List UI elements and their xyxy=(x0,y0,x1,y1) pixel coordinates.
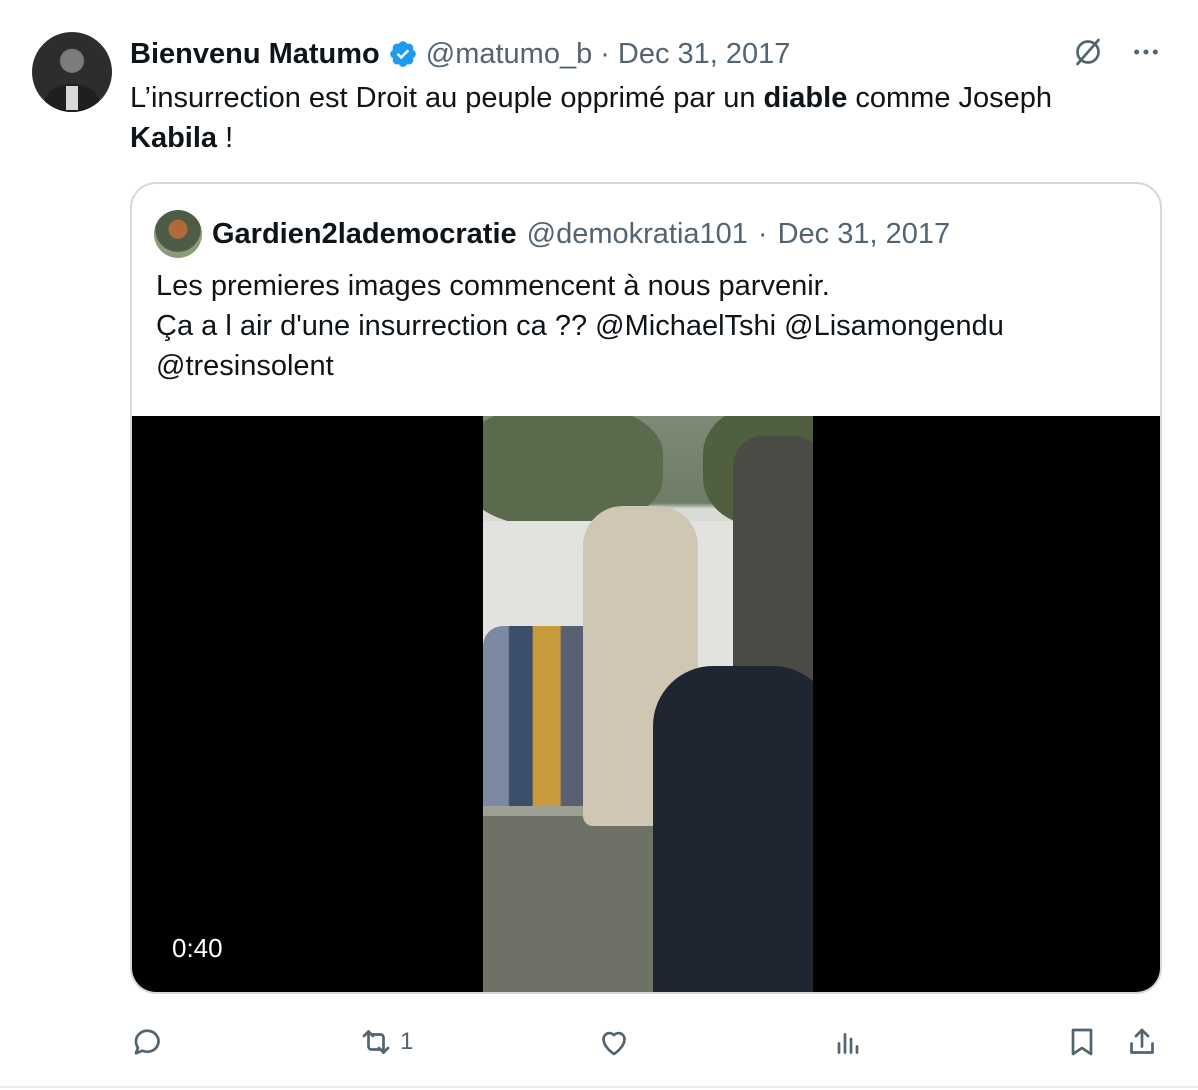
avatar-collar xyxy=(66,86,78,110)
tweet-date[interactable]: Dec 31, 2017 xyxy=(618,38,791,71)
video-player[interactable]: 0:40 xyxy=(132,416,1160,992)
retweet-icon xyxy=(358,1024,394,1060)
quoted-header: Gardien2lademocratie @demokratia101 · De… xyxy=(154,208,950,260)
verified-badge-icon xyxy=(388,39,418,69)
tweet-header: Bienvenu Matumo @matumo_b · Dec 31, 2017 xyxy=(130,34,790,74)
quoted-tweet[interactable]: Gardien2lademocratie @demokratia101 · De… xyxy=(130,182,1162,994)
quoted-avatar[interactable] xyxy=(154,210,202,258)
views-button[interactable] xyxy=(830,1020,872,1064)
tweet-card: Bienvenu Matumo @matumo_b · Dec 31, 2017… xyxy=(0,0,1198,1090)
header-separator: · xyxy=(600,37,610,70)
author-name[interactable]: Bienvenu Matumo xyxy=(130,38,380,71)
quoted-date[interactable]: Dec 31, 2017 xyxy=(778,218,951,251)
reply-button[interactable] xyxy=(130,1020,172,1064)
video-thumbnail xyxy=(483,416,813,992)
tweet-text: L’insurrection est Droit au peuple oppri… xyxy=(130,78,1140,158)
like-icon xyxy=(596,1024,632,1060)
bookmark-icon xyxy=(1064,1024,1100,1060)
tweet-text-bold: diable xyxy=(763,82,848,114)
action-bar: 1 xyxy=(130,1020,1170,1064)
tweet-text-part: ! xyxy=(217,122,234,154)
quoted-text: Les premieres images commencent à nous p… xyxy=(156,266,1136,386)
quoted-author-name[interactable]: Gardien2lademocratie xyxy=(212,218,517,251)
like-button[interactable] xyxy=(596,1020,638,1064)
quoted-author-handle[interactable]: @demokratia101 xyxy=(527,218,748,251)
quoted-separator: · xyxy=(757,217,768,250)
views-icon xyxy=(830,1024,866,1060)
tweet-top-actions xyxy=(1068,32,1166,72)
divider xyxy=(0,1086,1198,1088)
tweet-text-part: L’insurrection est Droit au peuple oppri… xyxy=(130,82,764,114)
quoted-text-line: Ça a l air d'une insurrection ca ?? @Mic… xyxy=(156,310,1004,342)
tweet-text-bold: Kabila xyxy=(130,122,218,154)
video-scene-figure xyxy=(653,666,813,992)
tweet-text-part: comme Joseph xyxy=(847,82,1053,114)
more-icon[interactable] xyxy=(1126,32,1166,72)
share-button[interactable] xyxy=(1124,1020,1160,1064)
reply-icon xyxy=(130,1024,166,1060)
grok-icon[interactable] xyxy=(1068,32,1108,72)
author-handle[interactable]: @matumo_b xyxy=(426,38,592,71)
avatar[interactable] xyxy=(32,32,112,112)
video-duration: 0:40 xyxy=(162,929,233,968)
bookmark-button[interactable] xyxy=(1064,1020,1100,1064)
share-icon xyxy=(1124,1024,1160,1060)
quoted-text-line: Les premieres images commencent à nous p… xyxy=(156,270,830,302)
retweet-button[interactable]: 1 xyxy=(358,1020,413,1064)
quoted-text-line: @tresinsolent xyxy=(156,350,334,382)
retweet-count: 1 xyxy=(400,1028,414,1055)
